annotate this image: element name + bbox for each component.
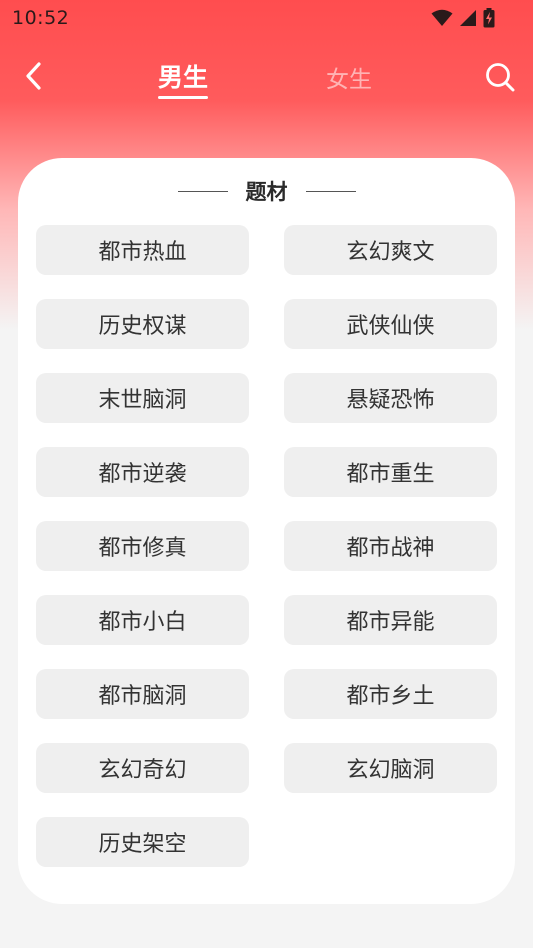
genre-chip[interactable]: 都市小白 — [36, 595, 249, 645]
genre-chip[interactable]: 武侠仙侠 — [284, 299, 497, 349]
app-screen: 10:52 男生 女生 题材 都市热血 玄幻爽文 历史权谋 武侠仙侠 末世脑洞 … — [0, 0, 533, 948]
status-time: 10:52 — [12, 7, 70, 29]
header-divider-right — [305, 190, 356, 192]
genre-chip[interactable]: 玄幻脑洞 — [284, 743, 497, 793]
genre-chip[interactable]: 末世脑洞 — [36, 373, 249, 423]
genre-chip[interactable]: 都市修真 — [36, 521, 249, 571]
back-button[interactable] — [18, 62, 50, 94]
section-title: 题材 — [245, 180, 288, 204]
genre-card: 题材 都市热血 玄幻爽文 历史权谋 武侠仙侠 末世脑洞 悬疑恐怖 都市逆袭 都市… — [18, 158, 515, 904]
genre-chip[interactable]: 悬疑恐怖 — [284, 373, 497, 423]
search-button[interactable] — [483, 62, 517, 96]
tab-female[interactable]: 女生 — [320, 60, 378, 104]
battery-charging-icon — [483, 8, 495, 28]
genre-chip[interactable]: 都市战神 — [284, 521, 497, 571]
genre-chip[interactable]: 历史架空 — [36, 817, 249, 867]
genre-chip[interactable]: 历史权谋 — [36, 299, 249, 349]
top-nav: 男生 女生 — [0, 52, 533, 104]
genre-chip[interactable]: 都市乡土 — [284, 669, 497, 719]
section-header: 题材 — [18, 176, 515, 206]
genre-chip[interactable]: 都市热血 — [36, 225, 249, 275]
genre-chip[interactable]: 都市重生 — [284, 447, 497, 497]
wifi-icon — [431, 9, 453, 27]
genre-chip[interactable]: 都市脑洞 — [36, 669, 249, 719]
genre-chip[interactable]: 都市逆袭 — [36, 447, 249, 497]
genre-chip[interactable]: 玄幻奇幻 — [36, 743, 249, 793]
genre-grid: 都市热血 玄幻爽文 历史权谋 武侠仙侠 末世脑洞 悬疑恐怖 都市逆袭 都市重生 … — [36, 225, 497, 867]
genre-chip[interactable]: 都市异能 — [284, 595, 497, 645]
status-bar: 10:52 — [0, 0, 533, 36]
active-tab-indicator — [158, 96, 208, 99]
genre-chip[interactable]: 玄幻爽文 — [284, 225, 497, 275]
header-divider-left — [177, 190, 228, 192]
chevron-left-icon — [24, 61, 44, 95]
cell-signal-icon — [459, 9, 477, 27]
search-icon — [485, 62, 515, 96]
status-icons — [431, 8, 495, 28]
